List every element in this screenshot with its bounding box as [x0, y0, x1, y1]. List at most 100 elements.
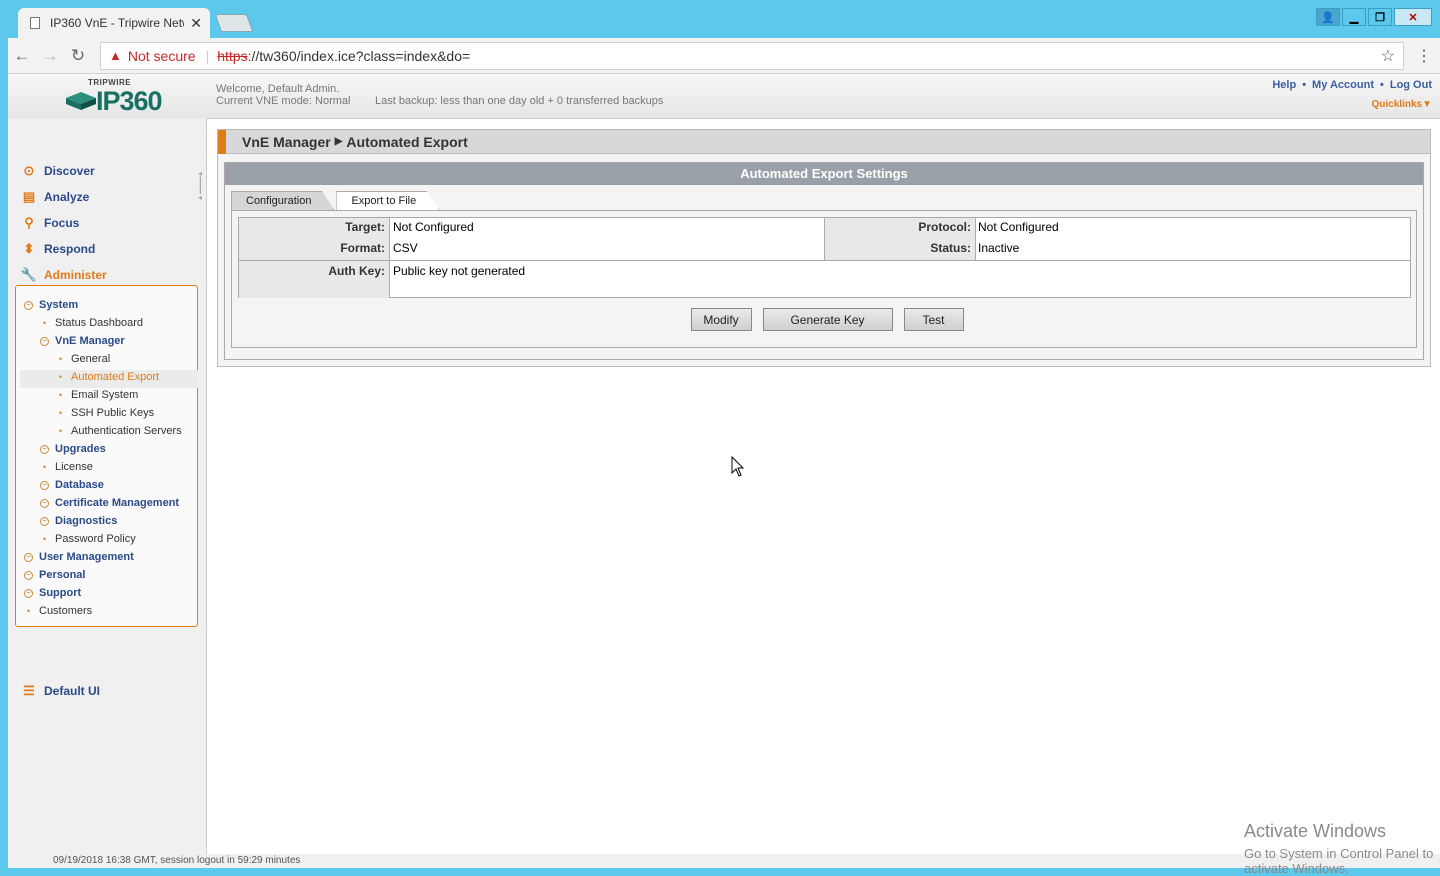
tree-item-label: User Management: [39, 551, 134, 563]
nav-analyze[interactable]: ▤ Analyze: [22, 184, 107, 210]
search-icon: ⚲: [24, 215, 34, 230]
help-link[interactable]: Help: [1272, 79, 1296, 91]
nav-default-ui[interactable]: ☰ Default UI: [22, 678, 100, 704]
grid-line: [239, 260, 1410, 261]
tree-bullet-icon: •: [42, 318, 47, 329]
settings-grid: Target: Not Configured Format: CSV Proto…: [238, 217, 1411, 298]
welcome-text: Welcome, Default Admin. Current VNE mode…: [216, 83, 351, 107]
tree-item[interactable]: • Authentication Servers: [56, 422, 182, 440]
breadcrumb-arrow-icon: ▶: [334, 136, 343, 147]
tree-bullet-icon: •: [42, 534, 47, 545]
back-icon[interactable]: ←: [8, 46, 36, 66]
new-tab-button[interactable]: [214, 14, 254, 32]
tree-item[interactable]: − VnE Manager: [40, 332, 125, 350]
watermark-subtitle: Go to System in Control Panel to activat…: [1244, 846, 1434, 876]
tree-item[interactable]: • Password Policy: [40, 530, 136, 548]
expand-toggle-icon[interactable]: −: [40, 498, 49, 508]
status-label: Status:: [930, 241, 971, 255]
tree-bullet-icon: •: [58, 408, 63, 419]
bookmark-star-icon[interactable]: ☆: [1381, 46, 1395, 66]
target-value: Not Configured: [393, 220, 474, 234]
expand-toggle-icon[interactable]: −: [40, 336, 49, 346]
warning-icon: ▲: [109, 48, 122, 63]
nav-label: Analyze: [44, 190, 90, 204]
menu-icon[interactable]: ⋮: [1416, 46, 1432, 66]
nav-label: Default UI: [44, 684, 101, 698]
restore-button[interactable]: ❐: [1368, 8, 1392, 26]
app-window: TRIPWIRE IP360 Welcome, Default Admin. C…: [8, 74, 1440, 876]
tree-bullet-icon: •: [58, 354, 63, 365]
tree-item[interactable]: • Automated Export: [56, 368, 159, 386]
expand-toggle-icon[interactable]: −: [24, 552, 33, 562]
logout-link[interactable]: Log Out: [1390, 79, 1432, 91]
logo-product: IP360: [96, 86, 163, 116]
test-button[interactable]: Test: [903, 308, 964, 331]
ip360-logo[interactable]: TRIPWIRE IP360: [66, 78, 166, 116]
mouse-cursor-icon: [731, 456, 745, 477]
tab-title: IP360 VnE - Tripwire Netw: [50, 16, 185, 30]
tree-item[interactable]: − System: [24, 296, 78, 314]
browser-tab[interactable]: IP360 VnE - Tripwire Netw ✕: [18, 8, 210, 38]
tree-item-label: Upgrades: [55, 443, 106, 455]
nav-focus[interactable]: ⚲ Focus: [22, 210, 107, 236]
format-value: CSV: [393, 241, 418, 255]
url-input[interactable]: ▲ Not secure | https ://tw360/index.ice?…: [100, 41, 1404, 70]
tree-item[interactable]: − Personal: [24, 566, 85, 584]
tab-configuration[interactable]: Configuration: [231, 191, 335, 210]
breadcrumb: VnE Manager ▶ Automated Export: [218, 129, 1430, 154]
tree-item[interactable]: • Status Dashboard: [40, 314, 143, 332]
tree-item[interactable]: − Upgrades: [40, 440, 106, 458]
expand-toggle-icon[interactable]: −: [24, 570, 33, 580]
tree-item[interactable]: − Database: [40, 476, 104, 494]
profile-icon[interactable]: 👤: [1316, 8, 1340, 26]
minimize-button[interactable]: ▁: [1342, 8, 1366, 26]
tree-item[interactable]: • Email System: [56, 386, 138, 404]
tree-item[interactable]: • SSH Public Keys: [56, 404, 154, 422]
tree-item[interactable]: − Support: [24, 584, 81, 602]
default-ui-icon: ☰: [23, 683, 35, 698]
sidebar: ◂ ┃ ┃ ◂ ⊙ Discover ▤ Analyze ⚲ Focus ⬍ Resp…: [8, 118, 206, 868]
tree-item-label: Database: [55, 479, 104, 491]
document-icon: [30, 17, 40, 29]
quicklinks-menu[interactable]: Quicklinks▼: [1372, 99, 1432, 110]
session-status: 09/19/2018 16:38 GMT, session logout in …: [53, 855, 301, 866]
expand-toggle-icon[interactable]: −: [24, 588, 33, 598]
bullet: •: [1379, 79, 1384, 91]
watermark-title: Activate Windows: [1244, 821, 1387, 841]
tree-item-label: Diagnostics: [55, 515, 118, 527]
close-tab-icon[interactable]: ✕: [190, 15, 202, 32]
tree-item[interactable]: • License: [40, 458, 93, 476]
tree-item[interactable]: • Customers: [24, 602, 92, 620]
expand-toggle-icon[interactable]: −: [40, 516, 49, 526]
tab-export-to-file[interactable]: Export to File: [336, 191, 440, 210]
wrench-icon: 🔧: [20, 267, 38, 282]
tree-item[interactable]: • General: [56, 350, 110, 368]
vne-mode-line: Current VNE mode: Normal: [216, 95, 351, 107]
generate-key-button[interactable]: Generate Key: [762, 308, 893, 331]
nav-label: Discover: [44, 164, 95, 178]
grid-line: [824, 218, 825, 261]
tree-item-label: Authentication Servers: [71, 425, 182, 437]
settings-tabs: Configuration Export to File: [231, 191, 441, 210]
expand-toggle-icon[interactable]: −: [40, 480, 49, 490]
protocol-label: Protocol:: [918, 220, 971, 234]
expand-toggle-icon[interactable]: −: [40, 444, 49, 454]
tree-item-label: Personal: [39, 569, 86, 581]
tree-item-label: VnE Manager: [55, 335, 125, 347]
tree-item[interactable]: − User Management: [24, 548, 134, 566]
tree-item[interactable]: − Diagnostics: [40, 512, 117, 530]
modify-button[interactable]: Modify: [690, 308, 752, 331]
close-window-button[interactable]: ✕: [1394, 8, 1432, 26]
breadcrumb-parent[interactable]: VnE Manager: [242, 134, 331, 150]
tab-content: Target: Not Configured Format: CSV Proto…: [231, 210, 1417, 348]
expand-toggle-icon[interactable]: −: [24, 300, 33, 310]
my-account-link[interactable]: My Account: [1312, 79, 1374, 91]
forward-icon[interactable]: →: [36, 46, 64, 66]
nav-respond[interactable]: ⬍ Respond: [22, 236, 107, 262]
nav-discover[interactable]: ⊙ Discover: [22, 158, 107, 184]
security-label[interactable]: Not secure: [128, 48, 196, 64]
reload-icon[interactable]: ↻: [64, 46, 92, 66]
tree-item[interactable]: − Certificate Management: [40, 494, 179, 512]
app-header: TRIPWIRE IP360 Welcome, Default Admin. C…: [8, 74, 1440, 118]
splitter-handle[interactable]: ◂ ┃ ┃ ◂: [198, 170, 203, 204]
